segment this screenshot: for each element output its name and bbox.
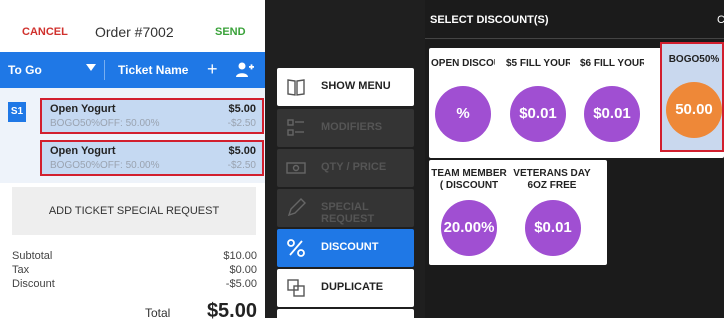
modifiers-button[interactable]: MODIFIERS [277, 109, 414, 147]
discount-option[interactable]: VETERANS DAY 6OZ FREE $0.01 [511, 160, 593, 270]
item-name: Open Yogurt [50, 145, 116, 157]
discount-button[interactable]: DISCOUNT [277, 229, 414, 267]
discount-grid: OPEN DISCOU % $5 FILL YOUR ( $0.01 $6 FI… [429, 42, 724, 158]
duplicate-icon [285, 277, 307, 299]
action-panel: SHOW MENU MODIFIERS QTY / PRICE SPECIAL … [265, 0, 425, 329]
show-menu-button[interactable]: SHOW MENU [277, 68, 414, 106]
item-name: Open Yogurt [50, 103, 116, 115]
item-discount-name: BOGO50%OFF: 50.00% [50, 160, 160, 171]
list-icon [285, 117, 307, 139]
discount-value: 50.00 [666, 82, 722, 138]
duplicate-button[interactable]: DUPLICATE [277, 269, 414, 307]
item-price: $5.00 [228, 103, 256, 115]
money-icon [285, 157, 307, 179]
action-label: DISCOUNT [321, 241, 379, 253]
action-label: SPECIAL REQUEST [321, 201, 375, 225]
tax-row: Tax $0.00 [12, 264, 257, 278]
discount-label: TEAM MEMBER ( DISCOUNT [431, 168, 507, 191]
item-price: $5.00 [228, 145, 256, 157]
order-title: Order #7002 [95, 24, 174, 40]
action-label: QTY / PRICE [321, 161, 387, 173]
special-request-button[interactable]: SPECIAL REQUEST [277, 189, 414, 227]
discount-option[interactable]: TEAM MEMBER ( DISCOUNT 20.00% [429, 160, 509, 270]
more-action-button[interactable] [277, 309, 414, 329]
discount-value: -$5.00 [225, 278, 257, 290]
percent-icon [285, 237, 307, 259]
tax-label: Tax [12, 264, 30, 276]
ticket-item[interactable]: Open Yogurt $5.00 BOGO50%OFF: 50.00% -$2… [40, 140, 264, 176]
order-type-select[interactable]: To Go [8, 63, 42, 77]
discount-panel: SELECT DISCOUNT(S) C OPEN DISCOU % $5 FI… [425, 0, 724, 318]
total-value: $5.00 [206, 300, 257, 322]
item-discount-value: -$2.50 [227, 160, 256, 171]
item-discount-value: -$2.50 [227, 118, 256, 129]
discount-option[interactable]: OPEN DISCOU % [431, 48, 495, 158]
discount-header: SELECT DISCOUNT(S) C [425, 0, 724, 40]
book-icon [285, 76, 307, 98]
ticket-item[interactable]: Open Yogurt $5.00 BOGO50%OFF: 50.00% -$2… [40, 98, 264, 134]
close-button[interactable]: C [717, 14, 724, 26]
send-button[interactable]: SEND [215, 26, 246, 38]
discount-panel-title: SELECT DISCOUNT(S) [430, 14, 549, 26]
discount-label: $5 FILL YOUR ( [506, 58, 570, 69]
order-header: CANCEL Order #7002 SEND [0, 14, 265, 50]
discount-value: % [435, 86, 491, 142]
subtotal-value: $10.00 [223, 250, 257, 262]
ticket-toolbar: To Go Ticket Name + [0, 52, 265, 88]
discount-row: Discount -$5.00 [12, 278, 257, 292]
discount-option-selected[interactable]: BOGO50% 50.00 [660, 42, 724, 152]
discount-label: BOGO50% [668, 54, 720, 65]
discount-label: Discount [12, 278, 55, 290]
pencil-icon [285, 197, 307, 219]
order-panel: CANCEL Order #7002 SEND To Go Ticket Nam… [0, 0, 265, 322]
add-special-request-button[interactable]: ADD TICKET SPECIAL REQUEST [12, 187, 256, 235]
action-label: MODIFIERS [321, 121, 383, 133]
discount-label: VETERANS DAY 6OZ FREE [513, 168, 591, 191]
ticket-name-button[interactable]: Ticket Name [118, 63, 188, 77]
discount-value: $0.01 [510, 86, 566, 142]
discount-value: $0.01 [525, 200, 581, 256]
tax-value: $0.00 [229, 264, 257, 276]
discount-label: $6 FILL YOUR ( [580, 58, 644, 69]
discount-grid-row-2: TEAM MEMBER ( DISCOUNT 20.00% VETERANS D… [429, 160, 607, 265]
seat-badge[interactable]: S1 [8, 102, 26, 122]
chevron-down-icon[interactable] [86, 64, 96, 71]
add-user-icon[interactable] [235, 61, 255, 79]
discount-label: OPEN DISCOU [431, 58, 495, 69]
action-label: DUPLICATE [321, 281, 384, 293]
divider [425, 38, 724, 39]
cancel-button[interactable]: CANCEL [22, 26, 68, 38]
item-discount-name: BOGO50%OFF: 50.00% [50, 118, 160, 129]
subtotal-label: Subtotal [12, 250, 53, 262]
add-ticket-button[interactable]: + [207, 59, 218, 80]
subtotal-row: Subtotal $10.00 [12, 250, 257, 264]
divider [104, 60, 105, 80]
qty-price-button[interactable]: QTY / PRICE [277, 149, 414, 187]
discount-value: 20.00% [441, 200, 497, 256]
discount-value: $0.01 [584, 86, 640, 142]
ticket-items: S1 Open Yogurt $5.00 BOGO50%OFF: 50.00% … [0, 88, 265, 183]
discount-option[interactable]: $5 FILL YOUR ( $0.01 [506, 48, 570, 158]
discount-option[interactable]: $6 FILL YOUR ( $0.01 [580, 48, 644, 158]
action-label: SHOW MENU [321, 80, 391, 92]
